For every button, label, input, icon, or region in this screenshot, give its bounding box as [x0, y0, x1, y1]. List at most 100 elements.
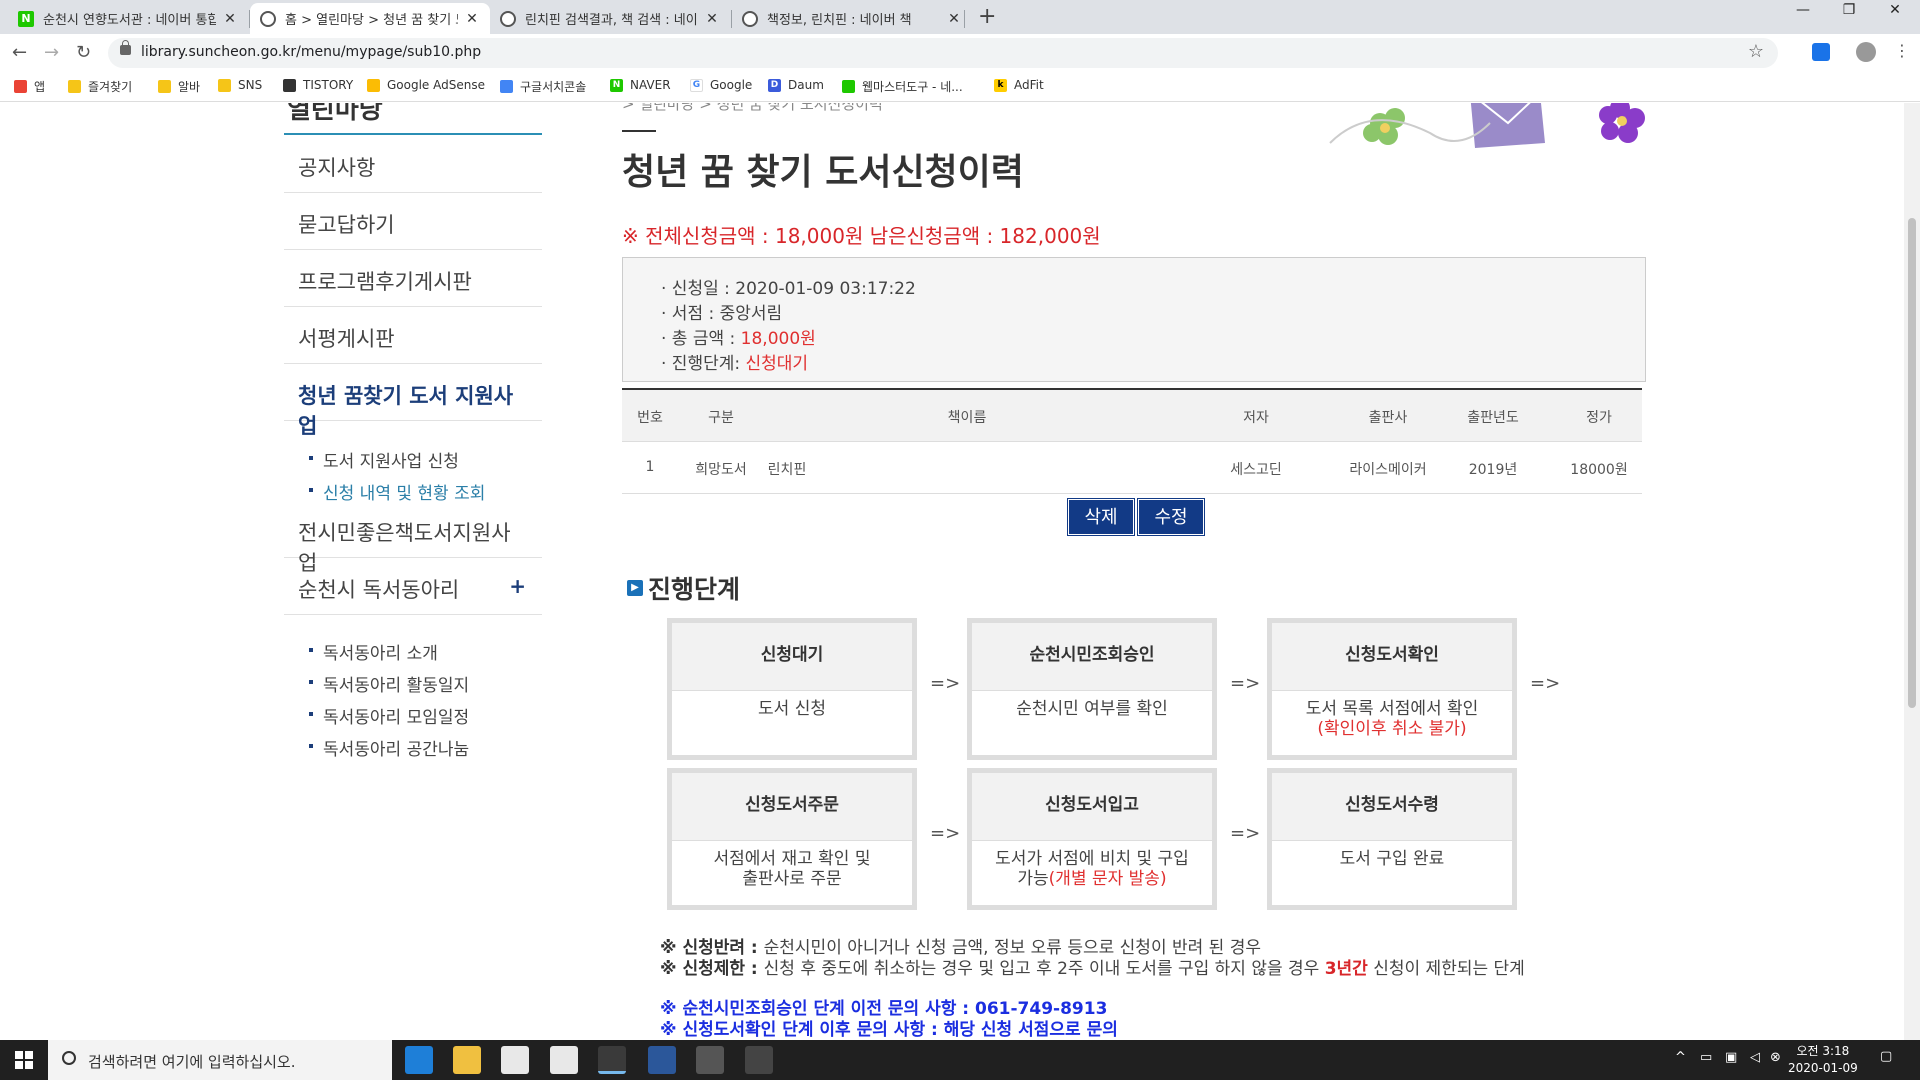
bookmark-adfit[interactable]: k AdFit — [994, 78, 1044, 92]
address-bar[interactable]: library.suncheon.go.kr/menu/mypage/sub10… — [108, 38, 1778, 68]
bookmark-star-icon[interactable]: ☆ — [1748, 41, 1764, 62]
window-close-button[interactable]: ✕ — [1872, 2, 1918, 18]
tab-close-icon[interactable]: ✕ — [704, 11, 720, 27]
note-highlight: 3년간 — [1324, 959, 1368, 979]
extension-icon[interactable] — [1812, 43, 1830, 61]
tab-close-icon[interactable]: ✕ — [946, 11, 962, 27]
tistory-icon — [283, 78, 296, 92]
tray-display-icon[interactable]: ▣ — [1725, 1050, 1737, 1065]
taskbar-clock[interactable]: 오전 3:18 2020-01-09 — [1788, 1043, 1858, 1077]
sidebar-item-qna[interactable]: 묻고답하기 — [284, 193, 542, 250]
info-label: · 신청일 : — [661, 279, 736, 299]
step-desc: 서점에서 재고 확인 및 출판사로 주문 — [672, 841, 912, 889]
taskbar-search-input[interactable]: 검색하려면 여기에 입력하십시오. — [48, 1040, 392, 1080]
tray-network-icon[interactable]: ▭ — [1700, 1050, 1712, 1065]
sidebar-item-program-review[interactable]: 프로그램후기게시판 — [284, 250, 542, 307]
chrome-icon[interactable] — [598, 1046, 626, 1074]
tab-naver-search[interactable]: N 순천시 연향도서관 : 네이버 통합검색 ✕ — [8, 3, 248, 34]
browser-menu-icon[interactable]: ⋮ — [1894, 41, 1910, 60]
store-icon[interactable] — [501, 1046, 529, 1074]
bookmark-naver[interactable]: N NAVER — [610, 78, 671, 92]
step-desc: 도서 신청 — [672, 691, 912, 719]
step-desc: 순천시민 여부를 확인 — [972, 691, 1212, 719]
sidebar-sub-club-schedule[interactable]: 독서동아리 모임일정 — [309, 703, 469, 728]
step-head: 신청대기 — [672, 623, 912, 691]
url-text[interactable]: library.suncheon.go.kr/menu/mypage/sub10… — [141, 44, 481, 60]
reload-icon[interactable]: ↻ — [76, 42, 91, 63]
delete-button[interactable]: 삭제 — [1067, 498, 1135, 536]
back-arrow-icon[interactable]: ← — [12, 42, 27, 63]
tab-linchpin-search[interactable]: 린치핀 검색결과, 책 검색 : 네이버 ✕ — [490, 3, 730, 34]
tray-status-icon[interactable]: ⊗ — [1770, 1050, 1781, 1065]
capture-icon[interactable] — [745, 1046, 773, 1074]
table-cell: 희망도서 — [695, 462, 747, 478]
info-label: · 총 금액 : — [661, 329, 741, 349]
game-icon[interactable] — [696, 1046, 724, 1074]
tab-library-page[interactable]: 홈 > 열린마당 > 청년 꿈 찾기 도서지원사업 ✕ — [250, 3, 490, 34]
step-desc-text: 출판사로 주문 — [742, 869, 842, 889]
sidebar-item-book-review[interactable]: 서평게시판 — [284, 307, 542, 364]
google-icon: G — [690, 78, 703, 92]
sidebar-sub-club-space[interactable]: 독서동아리 공간나눔 — [309, 735, 469, 760]
step-arrow: => — [1230, 823, 1261, 844]
forward-arrow-icon[interactable]: → — [44, 42, 59, 63]
folder-icon — [158, 80, 171, 93]
sidebar-item-book-club[interactable]: 순천시 독서동아리 + — [284, 558, 542, 615]
bookmark-google[interactable]: G Google — [690, 78, 752, 92]
bookmark-sns[interactable]: SNS — [218, 78, 262, 92]
table-cell: 1 — [645, 459, 655, 475]
file-explorer-icon[interactable] — [453, 1046, 481, 1074]
tray-volume-icon[interactable]: ◁ — [1750, 1050, 1760, 1065]
tab-title: 린치핀 검색결과, 책 검색 : 네이버 — [525, 13, 698, 28]
folder-icon — [218, 78, 231, 92]
step-box-citizen-check: 순천시민조회승인 순천시민 여부를 확인 — [967, 618, 1217, 760]
step-arrow: => — [1530, 673, 1561, 694]
bookmarks-bar: 앱 즐겨찾기 알바 SNS TISTORY Google AdSense 구글서… — [0, 72, 1920, 102]
edge-icon[interactable] — [405, 1046, 433, 1074]
word-icon[interactable] — [648, 1046, 676, 1074]
new-tab-button[interactable]: + — [978, 4, 996, 29]
windows-start-icon[interactable] — [15, 1051, 33, 1069]
sidebar-sub-apply[interactable]: 도서 지원사업 신청 — [309, 447, 459, 472]
app-icon[interactable] — [550, 1046, 578, 1074]
bookmark-daum[interactable]: D Daum — [768, 78, 824, 92]
step-head: 순천시민조회승인 — [972, 623, 1212, 691]
tab-close-icon[interactable]: ✕ — [222, 11, 238, 27]
info-label: · 서점 : — [661, 304, 720, 324]
browser-toolbar: ← → ↻ library.suncheon.go.kr/menu/mypage… — [0, 34, 1920, 72]
page-scrollbar[interactable] — [1904, 103, 1920, 1040]
sidebar-sub-club-intro[interactable]: 독서동아리 소개 — [309, 639, 438, 664]
scrollbar-thumb[interactable] — [1908, 218, 1916, 708]
sidebar-item-good-books[interactable]: 전시민좋은책도서지원사업 — [284, 501, 542, 575]
expand-plus-icon[interactable]: + — [509, 574, 526, 598]
bookmark-tistory[interactable]: TISTORY — [283, 78, 353, 92]
minimize-button[interactable]: — — [1780, 2, 1826, 18]
profile-avatar[interactable] — [1856, 42, 1876, 62]
web-page: 열린마당 공지사항 묻고답하기 프로그램후기게시판 서평게시판 청년 꿈찾기 도… — [0, 103, 1904, 1040]
bookmark-adsense[interactable]: Google AdSense — [367, 78, 485, 92]
step-head: 신청도서입고 — [972, 773, 1212, 841]
bookmark-favorites[interactable]: 즐겨찾기 — [68, 78, 132, 95]
restore-button[interactable]: ❐ — [1826, 2, 1872, 18]
sidebar-item-notice[interactable]: 공지사항 — [284, 136, 542, 193]
sidebar-item-youth-dream[interactable]: 청년 꿈찾기 도서 지원사업 — [284, 364, 542, 438]
bookmark-webmaster[interactable]: 웹마스터도구 - 네... — [842, 78, 963, 95]
column-header: 번호 — [637, 410, 663, 426]
tab-close-icon[interactable]: ✕ — [464, 11, 480, 27]
info-value: 중앙서림 — [719, 304, 783, 324]
bookmark-alba[interactable]: 알바 — [158, 78, 200, 95]
sidebar-divider — [284, 133, 542, 135]
tray-chevron-icon[interactable]: ^ — [1675, 1050, 1686, 1065]
table-header-row: 번호 구분 책이름 저자 출판사 출판년도 정가 — [622, 390, 1642, 442]
column-header: 정가 — [1586, 410, 1612, 426]
notification-icon[interactable]: ▢ — [1880, 1049, 1892, 1064]
bookmark-label: 구글서치콘솔 — [520, 80, 587, 94]
step-desc-text: 도서 목록 서점에서 확인 — [1305, 699, 1479, 719]
bookmark-apps[interactable]: 앱 — [14, 78, 45, 95]
sidebar-sub-club-log[interactable]: 독서동아리 활동일지 — [309, 671, 469, 696]
search-placeholder: 검색하려면 여기에 입력하십시오. — [88, 1053, 296, 1071]
table-cell: 2019년 — [1468, 462, 1518, 478]
bookmark-search-console[interactable]: 구글서치콘솔 — [500, 78, 586, 95]
tab-book-info[interactable]: 책정보, 린치핀 : 네이버 책 ✕ — [732, 3, 972, 34]
edit-button[interactable]: 수정 — [1137, 498, 1205, 536]
